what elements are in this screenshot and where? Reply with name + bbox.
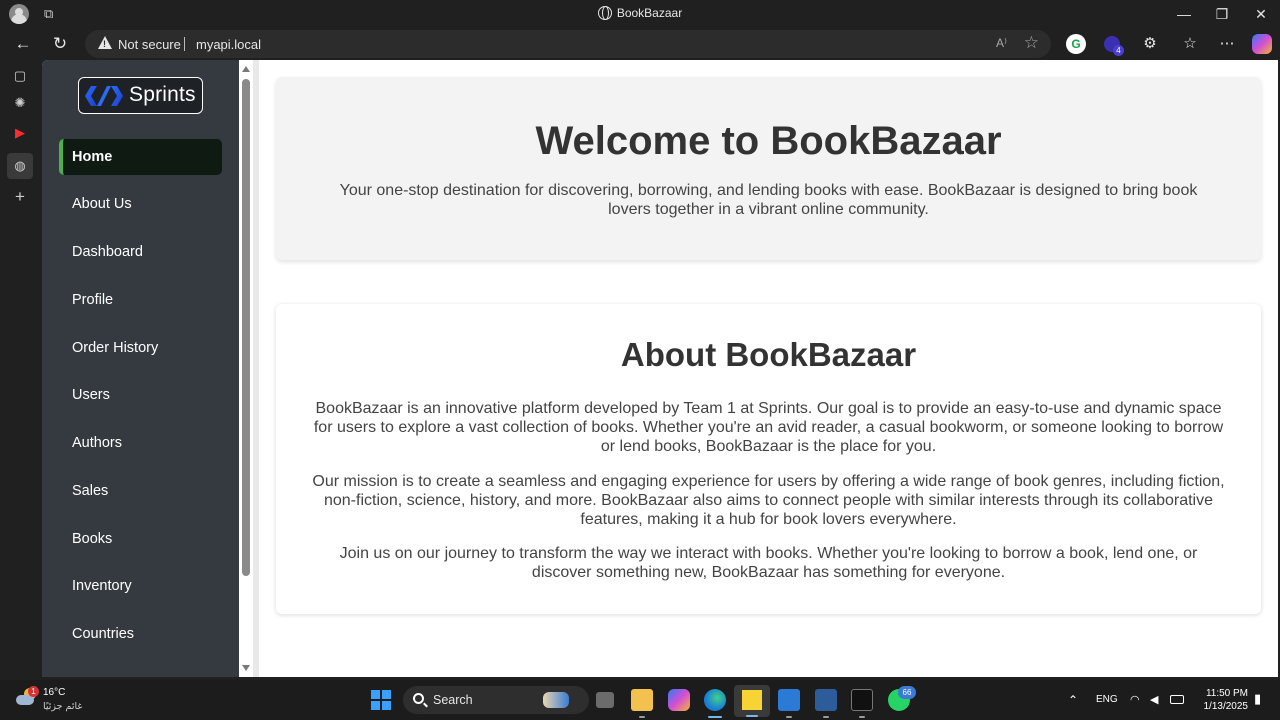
- nav-item-dashboard[interactable]: Dashboard: [59, 234, 222, 270]
- refresh-icon[interactable]: ↻: [48, 32, 72, 56]
- extensions-puzzle-icon[interactable]: ⚙: [1140, 34, 1160, 54]
- minimize-button[interactable]: —: [1165, 0, 1203, 28]
- nav-item-order-history[interactable]: Order History: [59, 330, 222, 366]
- weather-description[interactable]: غائم جزئيًا: [43, 701, 82, 712]
- sticky-notes-icon: [742, 690, 762, 710]
- warning-icon: [98, 36, 112, 49]
- running-indicator: [823, 716, 829, 718]
- page-viewport: Sprints Home About Us Dashboard Profile …: [42, 60, 1278, 677]
- vscode-icon[interactable]: [778, 689, 800, 711]
- favorites-icon[interactable]: ☆: [1180, 34, 1200, 54]
- read-aloud-icon[interactable]: A⁾: [996, 36, 1007, 50]
- app-sidebar: Sprints Home About Us Dashboard Profile …: [42, 60, 239, 677]
- active-app-indicator: [708, 716, 722, 718]
- active-app-indicator: [746, 715, 758, 717]
- nav-item-profile[interactable]: Profile: [59, 282, 222, 318]
- nav-item-countries[interactable]: Countries: [59, 616, 222, 652]
- notification-bell-icon[interactable]: ▮: [1254, 691, 1261, 707]
- nav-item-sales[interactable]: Sales: [59, 473, 222, 509]
- weather-temperature[interactable]: 16°C: [43, 687, 65, 698]
- back-arrow-icon[interactable]: ←: [11, 32, 35, 56]
- vertical-tabs-icon[interactable]: ▢: [10, 66, 30, 86]
- extension-badge: 4: [1113, 45, 1124, 56]
- clock-date: 1/13/2025: [1203, 701, 1249, 712]
- scrollbar-thumb[interactable]: [242, 79, 250, 576]
- security-label[interactable]: Not secure: [118, 37, 181, 52]
- tray-chevron-up-icon[interactable]: ⌃: [1068, 693, 1078, 707]
- nav-item-inventory[interactable]: Inventory: [59, 568, 222, 604]
- windows-taskbar: 1 16°C غائم جزئيًا Search 66 ⌃ ENG ◠ ◀ 1…: [0, 680, 1280, 720]
- window-title: BookBazaar: [0, 6, 1280, 20]
- copilot-icon[interactable]: [1252, 34, 1272, 54]
- sidebar-scrollbar[interactable]: [239, 60, 253, 677]
- running-indicator: [859, 716, 865, 718]
- about-section: About BookBazaar BookBazaar is an innova…: [276, 304, 1261, 614]
- search-icon: [413, 693, 424, 704]
- hero-section: Welcome to BookBazaar Your one-stop dest…: [276, 77, 1261, 260]
- nav-item-authors[interactable]: Authors: [59, 425, 222, 461]
- sticky-notes-active-tile[interactable]: [734, 685, 770, 717]
- app-icon[interactable]: [815, 689, 837, 711]
- clock-time: 11:50 PM: [1205, 688, 1248, 699]
- nav-item-users[interactable]: Users: [59, 377, 222, 413]
- address-bar[interactable]: Not secure myapi.local A⁾ ☆: [85, 30, 1051, 58]
- globe-tab-icon[interactable]: ◍: [7, 153, 33, 179]
- terminal-icon[interactable]: [851, 689, 873, 711]
- language-indicator[interactable]: ENG: [1096, 694, 1118, 705]
- nav-item-about-us[interactable]: About Us: [59, 186, 222, 222]
- about-title: About BookBazaar: [620, 336, 917, 373]
- address-separator: [184, 37, 185, 51]
- sprints-logo[interactable]: Sprints: [78, 77, 203, 114]
- new-tab-plus-icon[interactable]: +: [10, 187, 30, 207]
- window-title-text: BookBazaar: [616, 6, 683, 20]
- about-paragraph: Join us on our journey to transform the …: [339, 545, 1198, 581]
- close-button[interactable]: ✕: [1242, 0, 1280, 28]
- main-content: Welcome to BookBazaar Your one-stop dest…: [259, 60, 1278, 677]
- chatgpt-tab-icon[interactable]: ✺: [10, 93, 30, 113]
- copilot-app-icon[interactable]: [668, 689, 690, 711]
- wifi-icon[interactable]: ◠: [1130, 693, 1140, 706]
- hero-text: Your one-stop destination for discoverin…: [339, 182, 1198, 218]
- file-explorer-icon[interactable]: [631, 689, 653, 711]
- edge-browser-icon[interactable]: [704, 689, 726, 711]
- weather-badge: 1: [28, 686, 39, 697]
- edge-vertical-sidebar: ▢ ✺ ▶ ◍ +: [0, 60, 40, 677]
- restore-button[interactable]: ❐: [1203, 0, 1241, 28]
- whatsapp-badge: 66: [898, 686, 916, 699]
- favorite-star-icon[interactable]: ☆: [1024, 33, 1039, 53]
- taskbar-clock[interactable]: 11:50 PM 1/13/2025: [1192, 687, 1249, 713]
- youtube-tab-icon[interactable]: ▶: [10, 123, 30, 143]
- url-text[interactable]: myapi.local: [196, 37, 261, 52]
- sprints-logo-mark-icon: [85, 86, 123, 106]
- task-view-icon[interactable]: [596, 692, 614, 708]
- scroll-down-arrow-icon[interactable]: [242, 665, 250, 671]
- globe-icon: [597, 6, 612, 20]
- taskbar-search[interactable]: Search: [403, 686, 589, 714]
- search-highlight-icon: [543, 692, 569, 708]
- scroll-up-arrow-icon[interactable]: [242, 66, 250, 72]
- search-label: Search: [433, 693, 473, 707]
- more-menu-icon[interactable]: ⋯: [1217, 34, 1237, 54]
- grammarly-extension-icon[interactable]: G: [1066, 34, 1086, 54]
- about-paragraph: Our mission is to create a seamless and …: [312, 473, 1225, 528]
- hero-title: Welcome to BookBazaar: [535, 119, 1002, 163]
- volume-icon[interactable]: ◀: [1150, 693, 1158, 706]
- windows-start-icon[interactable]: [371, 690, 391, 710]
- nav-item-books[interactable]: Books: [59, 521, 222, 557]
- running-indicator: [639, 716, 645, 718]
- logo-text: Sprints: [129, 83, 196, 106]
- nav-item-home[interactable]: Home: [59, 139, 222, 175]
- browser-toolbar: ← ↻ Not secure myapi.local A⁾ ☆ G 4 ⚙ ☆ …: [0, 28, 1280, 60]
- about-paragraph: BookBazaar is an innovative platform dev…: [313, 400, 1224, 455]
- battery-icon[interactable]: [1170, 695, 1184, 704]
- running-indicator: [786, 716, 792, 718]
- browser-title-bar: ⧉ BookBazaar — ❐ ✕: [0, 0, 1280, 28]
